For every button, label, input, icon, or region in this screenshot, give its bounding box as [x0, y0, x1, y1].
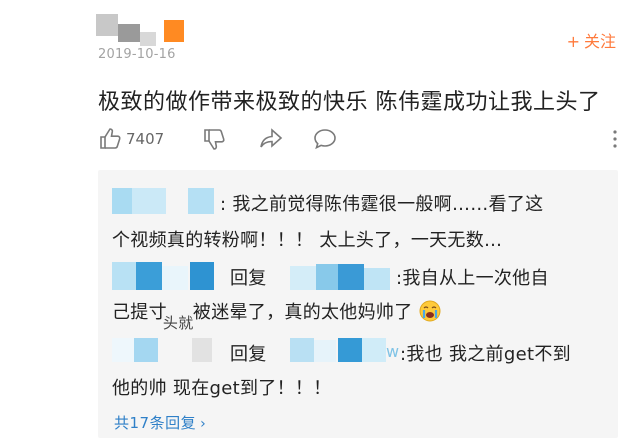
pixel-block: [192, 338, 212, 362]
reply-text-line: 己提寸 头就 被迷晕了，真的太他妈帅了: [112, 298, 441, 332]
reply-thread: : 我之前觉得陈伟霆很一般啊……看了这 个视频真的转粉啊！！！ 太上头了，一天无…: [98, 170, 618, 438]
pixel-block: [140, 32, 156, 46]
pixel-block: [136, 262, 162, 290]
pixel-block: [96, 14, 118, 36]
username-obscured[interactable]: [112, 188, 132, 214]
pixel-block: [362, 338, 386, 362]
pixel-block: [314, 340, 336, 362]
pixel-block: [290, 338, 314, 362]
plus-icon: +: [566, 32, 580, 51]
follow-label: 关注: [583, 32, 616, 51]
username-obscured[interactable]: [112, 262, 136, 290]
username-obscured[interactable]: [112, 338, 134, 362]
crying-face-emoji-icon: [419, 300, 441, 322]
reply-label: 回复: [230, 268, 267, 289]
pixel-block: [164, 20, 184, 42]
pixel-block: [132, 188, 166, 214]
reply-text: :我也 我之前get不到: [400, 344, 571, 365]
pixel-block: [338, 338, 362, 362]
pixel-block: [316, 264, 338, 290]
action-bar: 7407: [98, 124, 618, 154]
share-button[interactable]: [258, 124, 284, 154]
username-suffix: w: [386, 342, 400, 361]
pixel-block: [162, 266, 188, 290]
reply-text: :我自从上一次他自: [396, 268, 549, 289]
overlay-text: 头就: [162, 314, 194, 332]
share-arrow-icon: [260, 128, 283, 148]
like-count: 7407: [126, 130, 165, 148]
comment-bubble-icon: [314, 129, 336, 150]
more-options-button[interactable]: [608, 124, 622, 154]
pixel-block: [364, 268, 390, 290]
reply-button[interactable]: [312, 124, 338, 154]
thumbs-down-icon: [204, 129, 225, 150]
pixel-block: [188, 188, 214, 214]
comment-text: 极致的做作带来极致的快乐 陈伟霆成功让我上头了: [98, 90, 601, 115]
thumbs-up-icon: [100, 128, 121, 149]
reply-text: 个视频真的转粉啊！！！ 太上头了，一天无数…: [112, 230, 503, 251]
reply-text: : 我之前觉得陈伟霆很一般啊……看了这: [220, 194, 544, 215]
pixel-block: [338, 264, 364, 290]
dislike-button[interactable]: [202, 124, 228, 154]
pixel-block: [156, 18, 164, 40]
view-more-replies-link[interactable]: 共17条回复 ›: [114, 412, 206, 433]
author-name-obscured[interactable]: [96, 14, 188, 48]
more-vertical-icon: [613, 130, 617, 148]
like-button[interactable]: 7407: [98, 124, 164, 154]
pixel-block: [290, 266, 316, 290]
reply-text: 被迷晕了，真的太他妈帅了: [192, 302, 413, 323]
pixel-block: [190, 262, 214, 290]
pixel-block: [118, 24, 140, 42]
reply-text: 他的帅 现在get到了！！！: [112, 378, 332, 399]
comment-date: 2019-10-16: [98, 47, 176, 62]
follow-button[interactable]: + 关注: [567, 28, 616, 52]
pixel-block: [134, 338, 158, 362]
reply-text: 己提寸: [112, 302, 167, 323]
reply-label: 回复: [230, 344, 267, 365]
chevron-right-icon: ›: [200, 416, 207, 432]
more-replies-label: 共17条回复: [114, 414, 197, 432]
